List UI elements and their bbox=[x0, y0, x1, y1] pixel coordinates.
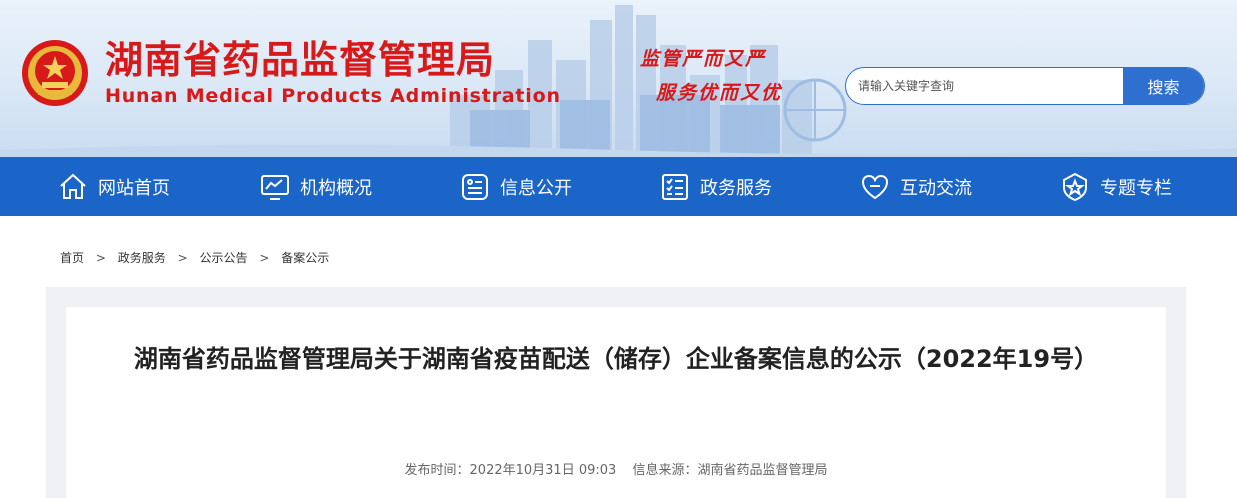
breadcrumb-separator: > bbox=[95, 251, 106, 265]
nav-item-special-topics[interactable]: 专题专栏 bbox=[1060, 157, 1172, 216]
star-shield-icon bbox=[1063, 172, 1087, 201]
nav-label: 政务服务 bbox=[700, 177, 772, 199]
document-icon bbox=[462, 173, 488, 200]
nav-label: 信息公开 bbox=[500, 177, 572, 199]
breadcrumb-announcements[interactable]: 公示公告 bbox=[199, 251, 247, 265]
site-header: 湖南省药品监督管理局 Hunan Medical Products Admini… bbox=[0, 0, 1237, 157]
nav-label: 互动交流 bbox=[900, 177, 972, 199]
publish-time: 发布时间：2022年10月31日 09:03 bbox=[404, 463, 617, 478]
nav-label: 专题专栏 bbox=[1100, 177, 1172, 199]
breadcrumb-home[interactable]: 首页 bbox=[60, 251, 84, 265]
breadcrumb-separator: > bbox=[259, 251, 270, 265]
home-icon bbox=[60, 173, 86, 199]
search-box: 搜索 bbox=[845, 67, 1205, 105]
national-emblem-icon bbox=[22, 40, 88, 106]
monitor-chart-icon bbox=[261, 174, 289, 200]
site-title: 湖南省药品监督管理局 bbox=[105, 38, 496, 82]
nav-item-organization[interactable]: 机构概况 bbox=[260, 157, 372, 216]
slogan-line-1: 监管严而又严 bbox=[640, 48, 767, 70]
main-nav: 网站首页 机构概况 信息公开 政务服务 互动交流 专题专栏 bbox=[0, 157, 1237, 216]
breadcrumb-filing-notice[interactable]: 备案公示 bbox=[281, 251, 329, 265]
breadcrumb: 首页 > 政务服务 > 公示公告 > 备案公示 bbox=[60, 249, 329, 266]
nav-label: 网站首页 bbox=[98, 177, 170, 199]
breadcrumb-separator: > bbox=[177, 251, 188, 265]
article-meta: 发布时间：2022年10月31日 09:03 信息来源：湖南省药品监督管理局 bbox=[66, 459, 1166, 478]
nav-item-info-disclosure[interactable]: 信息公开 bbox=[460, 157, 572, 216]
nav-label: 机构概况 bbox=[300, 177, 372, 199]
info-source: 信息来源：湖南省药品监督管理局 bbox=[632, 463, 828, 478]
nav-item-interaction[interactable]: 互动交流 bbox=[860, 157, 972, 216]
search-input[interactable] bbox=[846, 68, 1124, 104]
nav-item-gov-service[interactable]: 政务服务 bbox=[660, 157, 772, 216]
article-title: 湖南省药品监督管理局关于湖南省疫苗配送（储存）企业备案信息的公示（2022年19… bbox=[133, 345, 1099, 373]
slogan-line-2: 服务优而又优 bbox=[656, 82, 783, 104]
heart-chat-icon bbox=[861, 174, 889, 199]
site-title-english: Hunan Medical Products Administration bbox=[105, 85, 561, 107]
breadcrumb-gov-service[interactable]: 政务服务 bbox=[118, 251, 166, 265]
article-card: 湖南省药品监督管理局关于湖南省疫苗配送（储存）企业备案信息的公示（2022年19… bbox=[66, 307, 1166, 498]
nav-item-home[interactable]: 网站首页 bbox=[58, 157, 170, 216]
search-button[interactable]: 搜索 bbox=[1123, 68, 1204, 104]
checklist-icon bbox=[662, 173, 688, 200]
